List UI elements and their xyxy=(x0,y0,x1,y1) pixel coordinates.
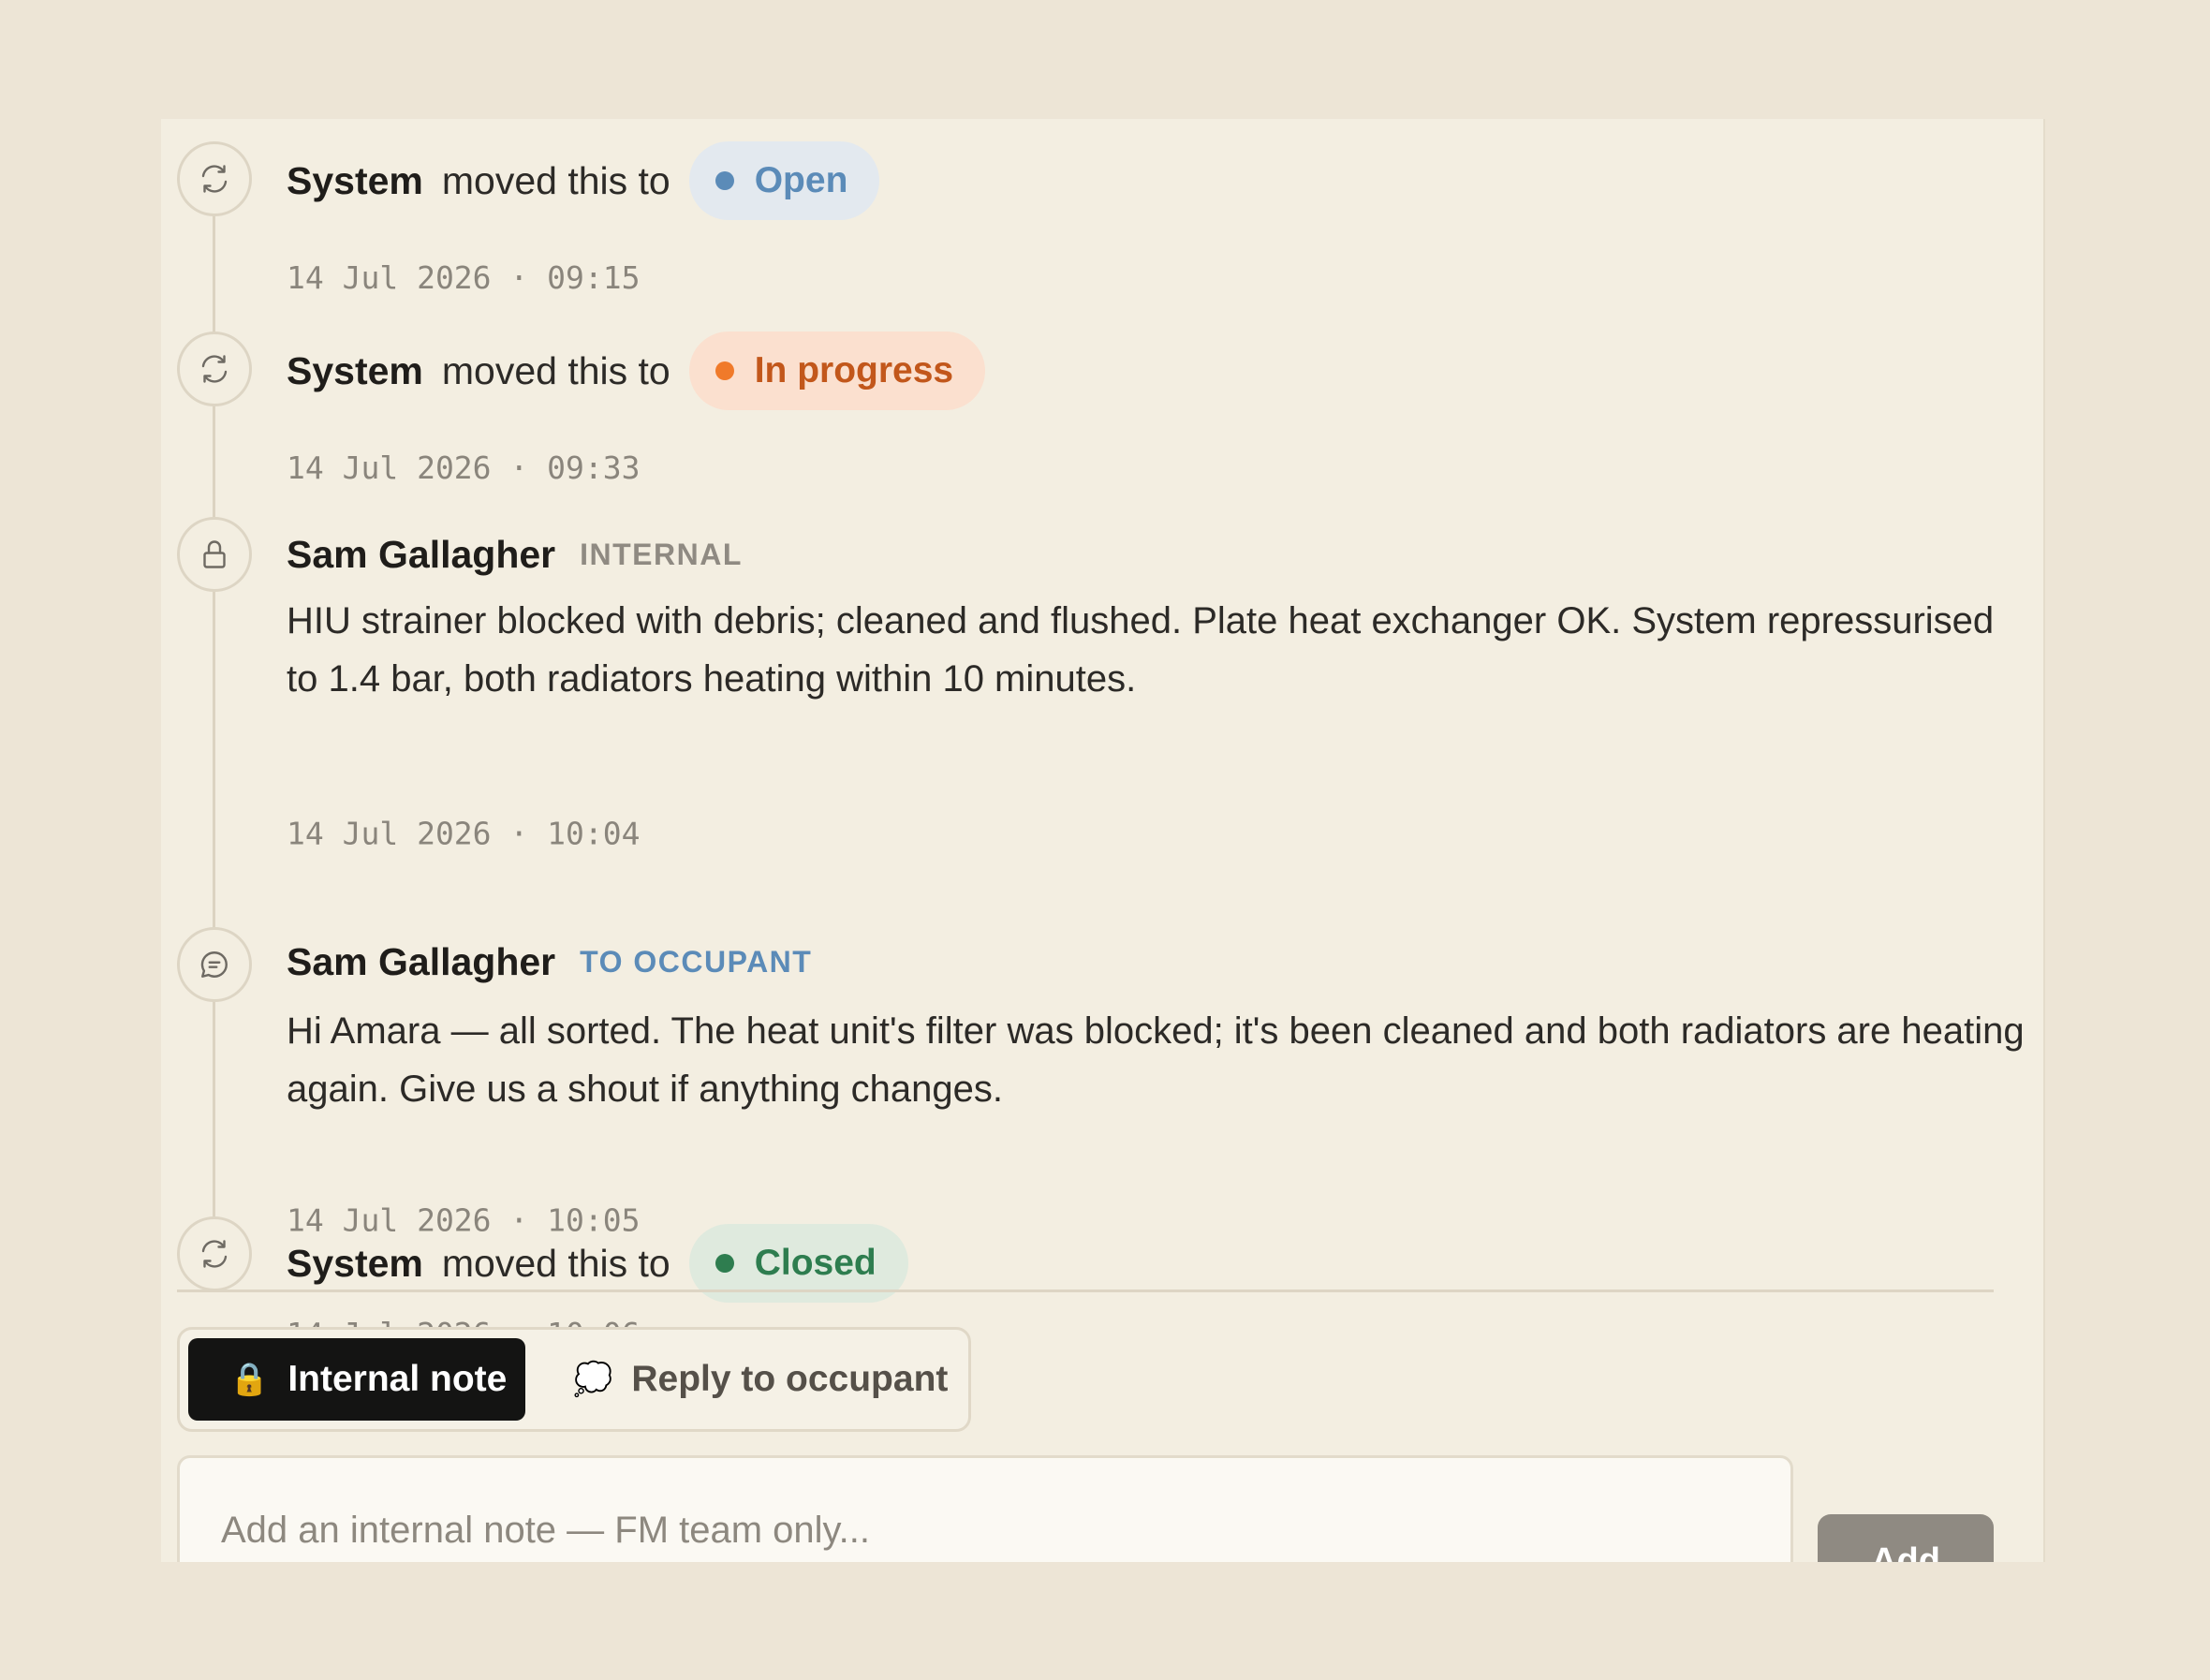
chat-icon xyxy=(177,927,252,1002)
status-label: Open xyxy=(754,160,848,200)
composer-divider xyxy=(177,1289,1994,1292)
entry-verb: moved this to xyxy=(441,348,670,392)
note-body: HIU strainer blocked with debris; cleane… xyxy=(287,600,1995,700)
entry-actor: Sam Gallagher xyxy=(287,532,556,576)
status-badge-in-progress: In progress xyxy=(688,332,986,410)
entry-timestamp: 14 Jul 2026 · 09:15 xyxy=(287,259,641,296)
reply-to-occupant-tab[interactable]: 💭 Reply to occupant xyxy=(573,1338,966,1421)
reply-to-occupant-tab-label: Reply to occupant xyxy=(631,1359,949,1399)
internal-note-tab[interactable]: 🔒 Internal note xyxy=(188,1338,525,1421)
status-label: In progress xyxy=(754,350,954,391)
entry-actor: System xyxy=(287,1241,423,1285)
entry-verb: moved this to xyxy=(441,1241,670,1285)
add-note-button[interactable]: Add xyxy=(1818,1514,1994,1562)
activity-panel: System moved this to Open 14 Jul 2026 · … xyxy=(161,119,2045,1562)
internal-note-tab-label: Internal note xyxy=(287,1359,508,1399)
entry-timestamp: 14 Jul 2026 · 10:04 xyxy=(287,815,641,852)
note-input[interactable] xyxy=(177,1455,1793,1562)
entry-verb: moved this to xyxy=(441,158,670,202)
refresh-icon xyxy=(177,141,252,216)
refresh-icon xyxy=(177,332,252,406)
status-label: Closed xyxy=(754,1243,877,1283)
status-badge-open: Open xyxy=(688,141,880,220)
note-visibility-tag: TO OCCUPANT xyxy=(580,944,813,979)
entry-actor: System xyxy=(287,158,423,202)
status-dot xyxy=(715,1254,734,1273)
note-visibility-tag: INTERNAL xyxy=(580,537,743,571)
lock-icon xyxy=(177,517,252,592)
status-dot xyxy=(715,361,734,380)
lock-icon: 🔒 xyxy=(229,1362,270,1397)
composer-mode-switch: 🔒 Internal note 💭 Reply to occupant xyxy=(177,1327,971,1432)
entry-actor: Sam Gallagher xyxy=(287,939,556,983)
entry-actor: System xyxy=(287,348,423,392)
refresh-icon xyxy=(177,1216,252,1291)
status-dot xyxy=(715,171,734,190)
entry-timestamp: 14 Jul 2026 · 09:33 xyxy=(287,449,641,486)
thought-bubble-icon: 💭 xyxy=(573,1362,613,1397)
reply-body: Hi Amara — all sorted. The heat unit's f… xyxy=(287,1010,2025,1110)
